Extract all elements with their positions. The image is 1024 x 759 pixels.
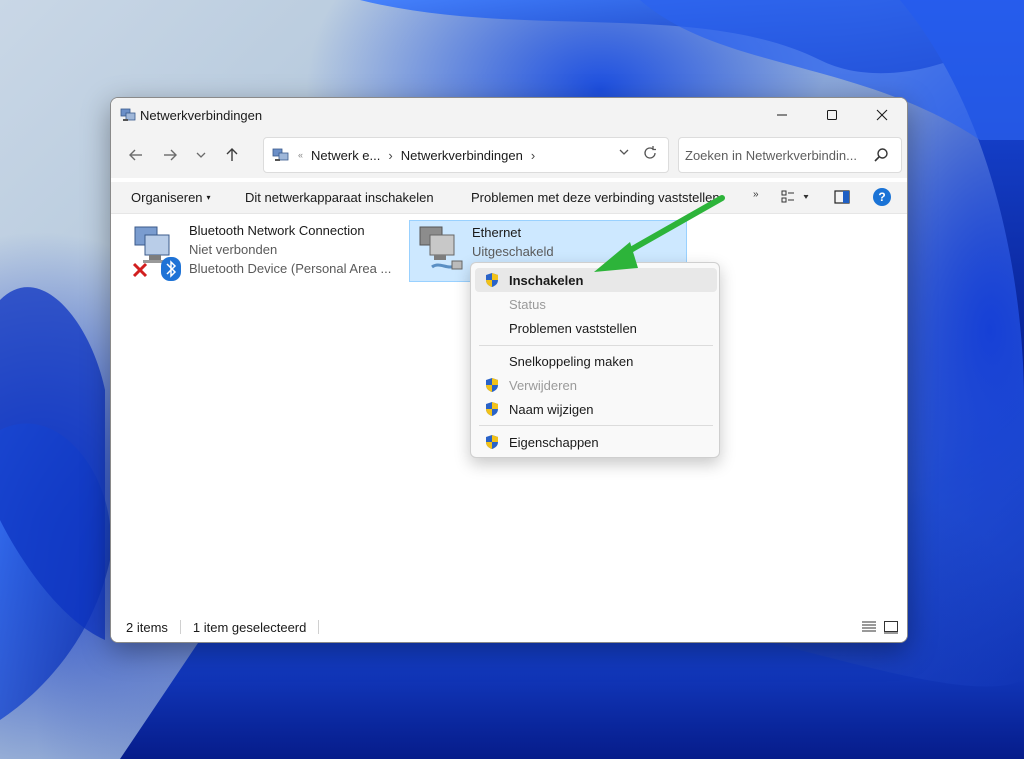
status-view-toggle <box>861 620 899 637</box>
uac-shield-icon <box>486 273 498 287</box>
breadcrumb-item-current[interactable]: Netwerkverbindingen <box>401 148 523 163</box>
arrow-left-icon <box>129 149 142 161</box>
search-placeholder: Zoeken in Netwerkverbindin... <box>685 147 857 163</box>
command-bar: Organiseren ▾ Dit netwerkapparaat inschak… <box>111 182 907 214</box>
back-button[interactable] <box>119 140 153 170</box>
breadcrumb-overflow[interactable]: « <box>298 150 303 160</box>
uac-shield-icon <box>486 378 498 392</box>
minimize-icon <box>777 114 787 116</box>
help-button[interactable]: ? <box>873 188 891 206</box>
chevron-down-icon <box>619 149 629 155</box>
window-title: Netwerkverbindingen <box>140 107 263 123</box>
menu-item-status[interactable]: Status <box>475 292 717 316</box>
menu-item-rename[interactable]: Naam wijzigen <box>475 397 717 421</box>
menu-item-label: Problemen vaststellen <box>509 321 637 336</box>
bluetooth-icon <box>161 257 181 281</box>
forward-button[interactable] <box>153 140 187 170</box>
connection-device: Bluetooth Device (Personal Area ... <box>189 261 392 276</box>
menu-divider <box>479 345 713 346</box>
breadcrumb-separator[interactable]: › <box>388 148 392 163</box>
change-view-button[interactable] <box>781 190 811 207</box>
menu-item-diagnose[interactable]: Problemen vaststellen <box>475 316 717 340</box>
menu-item-create-shortcut[interactable]: Snelkoppeling maken <box>475 349 717 373</box>
more-commands-button[interactable]: » <box>753 189 759 200</box>
chevron-down-icon <box>196 152 206 158</box>
menu-item-label: Naam wijzigen <box>509 402 594 417</box>
ethernet-adapter-icon <box>419 226 463 270</box>
refresh-button[interactable] <box>642 145 658 164</box>
breadcrumb-separator[interactable]: › <box>531 148 535 163</box>
caret-down-icon: ▾ <box>206 193 211 202</box>
selection-count: 1 item geselecteerd <box>192 619 307 635</box>
address-bar[interactable]: « Netwerk e... › Netwerkverbindingen › <box>263 137 669 173</box>
menu-item-label: Status <box>509 297 546 312</box>
large-icons-view-icon <box>884 621 898 634</box>
status-divider <box>179 620 181 634</box>
menu-item-label: Eigenschappen <box>509 435 599 450</box>
title-bar[interactable]: Netwerkverbindingen <box>111 98 907 132</box>
connection-status: Niet verbonden <box>189 242 278 257</box>
connection-item-bluetooth[interactable]: Bluetooth Network Connection Niet verbon… <box>129 223 399 283</box>
window-controls <box>757 98 907 132</box>
menu-item-delete[interactable]: Verwijderen <box>475 373 717 397</box>
search-icon[interactable] <box>873 147 889 166</box>
maximize-icon <box>827 110 837 120</box>
close-button[interactable] <box>857 98 907 132</box>
organize-menu-button[interactable]: Organiseren ▾ <box>131 190 211 205</box>
menu-item-label: Verwijderen <box>509 378 577 393</box>
connection-status: Uitgeschakeld <box>472 244 554 259</box>
uac-shield-icon <box>486 402 498 416</box>
annotation-arrow-icon <box>594 195 725 272</box>
large-icons-view-button[interactable] <box>883 620 899 637</box>
network-connections-icon <box>272 148 289 161</box>
menu-divider <box>479 425 713 426</box>
close-icon <box>876 109 888 121</box>
uac-shield-icon <box>486 435 498 449</box>
search-input[interactable]: Zoeken in Netwerkverbindin... <box>678 137 902 173</box>
breadcrumb-item[interactable]: Netwerk e... <box>311 148 380 163</box>
status-bar: 2 items 1 item geselecteerd <box>111 612 907 642</box>
item-count: 2 items <box>126 619 168 635</box>
status-divider <box>318 620 320 634</box>
details-view-button[interactable] <box>861 620 877 637</box>
connection-name: Ethernet <box>472 225 522 240</box>
refresh-icon <box>644 146 656 159</box>
network-connections-icon <box>120 108 136 121</box>
connection-name: Bluetooth Network Connection <box>189 223 365 238</box>
maximize-button[interactable] <box>807 98 857 132</box>
disconnected-x-icon <box>132 262 148 278</box>
menu-item-label: Snelkoppeling maken <box>509 354 634 369</box>
arrow-up-icon <box>226 148 238 161</box>
address-history-button[interactable] <box>618 146 630 161</box>
preview-pane-icon <box>834 190 850 204</box>
organize-label: Organiseren <box>131 190 203 205</box>
up-button[interactable] <box>215 140 249 170</box>
enable-device-button[interactable]: Dit netwerkapparaat inschakelen <box>245 190 434 205</box>
navigation-bar: « Netwerk e... › Netwerkverbindingen › Z… <box>111 132 907 178</box>
recent-locations-button[interactable] <box>187 140 215 170</box>
preview-pane-button[interactable] <box>834 190 850 207</box>
minimize-button[interactable] <box>757 98 807 132</box>
menu-item-properties[interactable]: Eigenschappen <box>475 430 717 454</box>
details-view-icon <box>862 621 876 632</box>
arrow-right-icon <box>164 149 177 161</box>
context-menu: Inschakelen Status Problemen vaststellen… <box>470 262 720 458</box>
view-options-icon <box>781 190 809 203</box>
menu-item-label: Inschakelen <box>509 273 584 288</box>
